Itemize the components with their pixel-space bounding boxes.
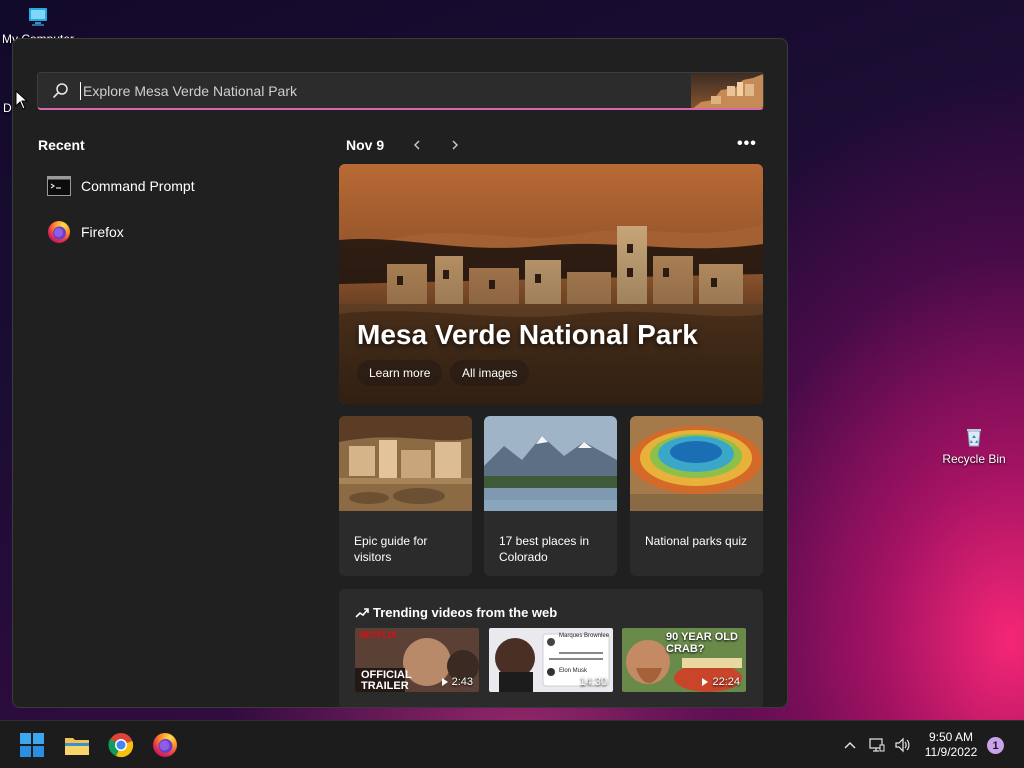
video-duration: 14:30: [569, 676, 607, 688]
card-caption: Epic guide for visitors: [354, 534, 428, 564]
network-icon[interactable]: [869, 737, 885, 753]
video-thumbnail[interactable]: 90 YEAR OLD CRAB? 22:24: [622, 628, 746, 692]
card-caption: National parks quiz: [645, 534, 748, 548]
cliff-dwelling-image: [339, 416, 472, 511]
play-icon: [569, 678, 576, 686]
colorado-landscape-image: [484, 416, 617, 511]
grand-prismatic-spring-image: [630, 416, 763, 511]
card-epic-guide[interactable]: Epic guide for visitors: [339, 416, 472, 576]
recycle-bin-icon: [967, 429, 981, 447]
card-national-parks-quiz[interactable]: National parks quiz: [630, 416, 763, 576]
recycle-bin-label: Recycle Bin: [942, 452, 1006, 466]
video-thumbnail[interactable]: Marques Brownlee Elon Musk 14:30: [489, 628, 613, 692]
chrome-icon: [108, 733, 134, 758]
all-images-button[interactable]: All images: [450, 360, 530, 386]
video-overlay-text: 90 YEAR OLD CRAB?: [666, 631, 738, 655]
date-navigation: Nov 9: [346, 137, 462, 153]
search-panel: Recent Command Prompt: [12, 38, 788, 708]
system-clock[interactable]: 9:50 AM 11/9/2022: [918, 730, 984, 760]
date-label: Nov 9: [346, 137, 385, 153]
trending-videos-section: Trending videos from the web NETFLIX OFF…: [339, 589, 763, 707]
file-explorer-button[interactable]: [63, 731, 91, 759]
clock-date: 11/9/2022: [924, 745, 978, 759]
chevron-left-icon[interactable]: [410, 138, 424, 152]
video-duration: 22:24: [702, 676, 740, 688]
trending-heading: Trending videos from the web: [355, 605, 557, 620]
notification-badge[interactable]: 1: [987, 737, 1004, 754]
card-colorado-places[interactable]: 17 best places in Colorado: [484, 416, 617, 576]
firefox-taskbar-button[interactable]: [151, 731, 179, 759]
play-icon: [702, 678, 709, 686]
play-icon: [441, 678, 448, 686]
video-overlay-text: Marques Brownlee: [559, 633, 610, 639]
recent-item-command-prompt[interactable]: Command Prompt: [47, 174, 195, 198]
search-highlight-image: [691, 73, 763, 108]
trending-title: Trending videos from the web: [373, 605, 558, 620]
file-explorer-icon: [65, 738, 89, 755]
video-overlay-text-2: OFFICIAL TRAILER: [361, 669, 412, 692]
command-prompt-icon: [47, 174, 71, 198]
search-box[interactable]: [37, 72, 764, 110]
start-icon: [20, 733, 44, 757]
search-icon: [53, 82, 68, 98]
computer-icon: [29, 8, 47, 26]
video-thumbnail[interactable]: NETFLIX OFFICIAL TRAILER 2:43: [355, 628, 479, 692]
search-input[interactable]: [81, 82, 691, 99]
firefox-icon: [47, 220, 71, 244]
trending-arrow-icon: [355, 607, 369, 618]
chevron-right-icon[interactable]: [448, 138, 462, 152]
video-overlay-text-2: Elon Musk: [559, 668, 588, 674]
chevron-up-icon[interactable]: [842, 737, 858, 753]
mouse-cursor-icon: [15, 90, 29, 110]
firefox-icon: [153, 733, 177, 757]
hero-card[interactable]: Mesa Verde National Park Learn more All …: [339, 164, 763, 404]
recent-item-label: Command Prompt: [81, 178, 195, 194]
more-options-button[interactable]: •••: [737, 135, 757, 153]
recent-item-firefox[interactable]: Firefox: [47, 220, 124, 244]
volume-icon[interactable]: [894, 737, 910, 753]
start-button[interactable]: [18, 731, 46, 759]
video-duration: 2:43: [441, 676, 473, 688]
chrome-button[interactable]: [107, 731, 135, 759]
recent-item-label: Firefox: [81, 224, 124, 240]
recycle-bin-desktop-icon[interactable]: Recycle Bin: [934, 426, 1014, 466]
hero-title: Mesa Verde National Park: [357, 319, 698, 350]
video-overlay-text: NETFLIX: [359, 630, 397, 640]
recent-heading: Recent: [38, 137, 85, 153]
learn-more-button[interactable]: Learn more: [357, 360, 443, 386]
clock-time: 9:50 AM: [928, 730, 974, 744]
taskbar: 9:50 AM 11/9/2022 1: [0, 720, 1024, 768]
card-caption: 17 best places in Colorado: [499, 534, 590, 564]
